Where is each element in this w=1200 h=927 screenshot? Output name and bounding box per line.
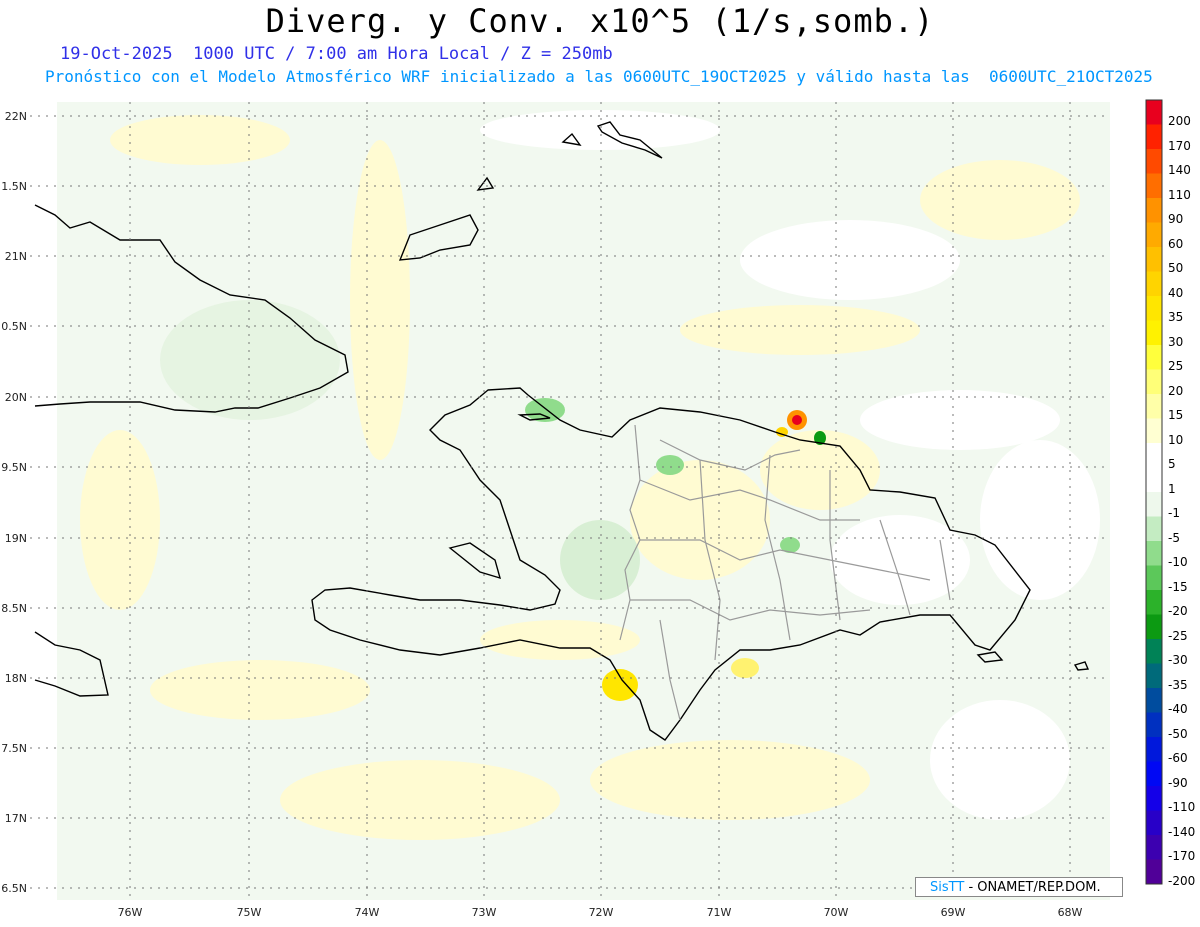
colorbar-level-label: 140 [1168,163,1191,177]
colorbar-swatch [1146,663,1162,689]
colorbar-swatch [1146,173,1162,199]
valid-time-line: 19-Oct-2025 1000 UTC / 7:00 am Hora Loca… [60,44,613,64]
forecast-map: 22N 1.5N 21N 0.5N 20N 9.5N 19N 8.5N 18N … [1,99,1163,919]
colorbar-level-label: 35 [1168,310,1184,324]
colorbar-level-label: 15 [1168,408,1184,422]
colorbar-swatch [1146,443,1162,468]
colorbar-level-label: -35 [1168,677,1188,692]
colorbar-swatch [1146,688,1162,713]
lat-tick: 21N [5,250,27,263]
lat-tick: 6.5N [1,882,27,895]
colorbar-swatch [1146,541,1162,566]
lat-tick: 19N [5,532,27,545]
colorbar-level-label: 20 [1168,383,1184,398]
lat-tick: 9.5N [1,461,27,474]
colorbar-level-label: -40 [1168,702,1188,716]
credit-brand: SisTT [930,880,965,895]
colorbar-level-label: 110 [1168,187,1191,202]
colorbar-swatch [1146,198,1162,223]
colorbar-level-label: -200 [1168,873,1196,888]
colorbar-swatch [1146,369,1162,395]
colorbar-level-label: -110 [1168,800,1196,814]
lat-tick: 20N [5,391,27,404]
colorbar-swatch [1146,247,1162,272]
colorbar-swatch [1146,222,1162,248]
colorbar-level-label: -90 [1168,775,1188,790]
credit-text: - ONAMET/REP.DOM. [968,880,1101,895]
colorbar-swatch [1146,100,1162,125]
colorbar-swatch [1146,835,1162,860]
colorbar-swatch [1146,467,1162,493]
lon-tick: 76W [118,906,143,919]
lat-tick: 18N [5,672,27,685]
colorbar-level-label: -30 [1168,653,1188,667]
model-run-line: Pronóstico con el Modelo Atmosférico WRF… [45,67,1153,86]
lon-tick: 70W [824,906,849,919]
colorbar-level-label: 1 [1168,481,1176,496]
colorbar-swatch [1146,614,1162,640]
colorbar-level-label: 5 [1168,457,1176,471]
colorbar-swatch [1146,492,1162,517]
colorbar-swatch [1146,394,1162,419]
colorbar-level-label: 30 [1168,334,1184,349]
lat-tick: 0.5N [1,320,27,333]
colorbar-swatch [1146,639,1162,664]
colorbar-level-label: 90 [1168,212,1184,226]
colorbar-swatch [1146,345,1162,370]
colorbar-level-label: -140 [1168,824,1196,839]
colorbar-level-label: -1 [1168,506,1180,520]
lon-tick: 74W [355,906,380,919]
colorbar-swatch [1146,516,1162,542]
colorbar-swatch [1146,271,1162,297]
colorbar-swatch [1146,418,1162,444]
colorbar-level-label: 60 [1168,236,1184,251]
colorbar-swatch [1146,786,1162,811]
lon-tick: 73W [472,906,497,919]
lat-tick: 1.5N [1,180,27,193]
chart-title: Diverg. y Conv. x10^5 (1/s,somb.) [265,2,935,40]
lat-tick: 22N [5,110,27,123]
credit-box: SisTT - ONAMET/REP.DOM. [915,877,1123,897]
field-shading [57,102,1110,900]
lon-tick: 72W [589,906,614,919]
colorbar-level-label: 40 [1168,285,1184,300]
colorbar-swatch [1146,859,1162,885]
colorbar-swatch [1146,320,1162,346]
colorbar-level-label: 170 [1168,138,1191,153]
lat-tick: 8.5N [1,602,27,615]
lon-axis: 76W 75W 74W 73W 72W 71W 70W 69W 68W [118,906,1083,919]
colorbar-swatch [1146,149,1162,174]
lat-axis: 22N 1.5N 21N 0.5N 20N 9.5N 19N 8.5N 18N … [1,110,27,895]
lat-tick: 17N [5,812,27,825]
colorbar-level-label: 25 [1168,359,1184,373]
colorbar-swatch [1146,810,1162,836]
colorbar-swatch [1146,124,1162,150]
colorbar-level-label: -20 [1168,604,1188,618]
colorbar-swatch [1146,712,1162,738]
colorbar-swatch [1146,565,1162,591]
lon-tick: 71W [707,906,732,919]
colorbar-level-label: -60 [1168,751,1188,765]
colorbar-level-label: -5 [1168,530,1180,545]
colorbar-swatch [1146,761,1162,787]
colorbar-level-label: -10 [1168,555,1188,569]
colorbar-level-label: -50 [1168,726,1188,741]
lat-tick: 7.5N [1,742,27,755]
colorbar-level-label: 50 [1168,261,1184,275]
colorbar-level-label: -25 [1168,628,1188,643]
lon-tick: 68W [1058,906,1083,919]
colorbar-level-label: 10 [1168,432,1184,447]
colorbar [1145,99,1163,885]
colorbar-swatch [1146,737,1162,762]
lon-tick: 69W [941,906,966,919]
colorbar-swatch [1146,590,1162,615]
colorbar-swatch [1146,296,1162,321]
colorbar-level-label: 200 [1168,114,1191,128]
colorbar-level-label: -170 [1168,849,1196,863]
lon-tick: 75W [237,906,262,919]
colorbar-level-label: -15 [1168,579,1188,594]
